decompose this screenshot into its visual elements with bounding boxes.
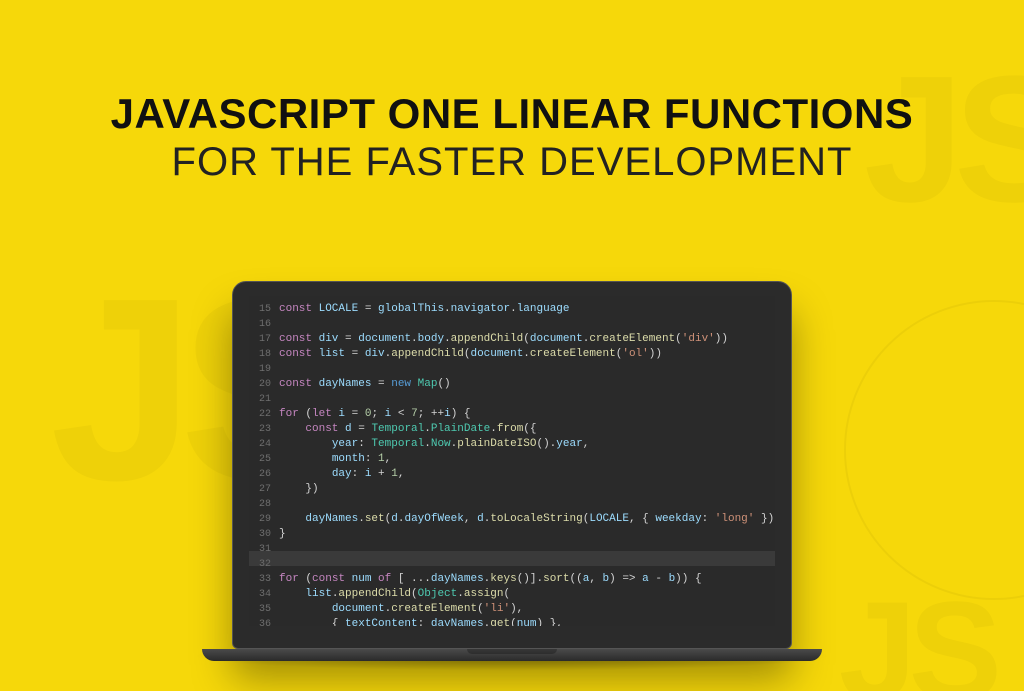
code-line: const d = Temporal.PlainDate.from({ bbox=[279, 422, 771, 437]
line-number: 27 bbox=[249, 482, 271, 497]
code-line: const list = div.appendChild(document.cr… bbox=[279, 347, 771, 362]
code-line: } bbox=[279, 527, 771, 542]
code-line: const LOCALE = globalThis.navigator.lang… bbox=[279, 302, 771, 317]
line-number: 28 bbox=[249, 497, 271, 512]
line-number: 30 bbox=[249, 527, 271, 542]
code-line: for (let i = 0; i < 7; ++i) { bbox=[279, 407, 771, 422]
line-number: 15 bbox=[249, 302, 271, 317]
line-number-gutter: 1516171819202122232425262728293031323334… bbox=[249, 296, 275, 626]
line-number: 19 bbox=[249, 362, 271, 377]
line-number: 35 bbox=[249, 602, 271, 617]
line-number: 22 bbox=[249, 407, 271, 422]
line-number: 21 bbox=[249, 392, 271, 407]
code-line bbox=[279, 392, 771, 407]
code-line bbox=[279, 362, 771, 377]
line-number: 23 bbox=[249, 422, 271, 437]
title-line-1: JAVASCRIPT ONE LINEAR FUNCTIONS bbox=[0, 90, 1024, 138]
title-block: JAVASCRIPT ONE LINEAR FUNCTIONS FOR THE … bbox=[0, 90, 1024, 185]
title-line-2: FOR THE FASTER DEVELOPMENT bbox=[0, 140, 1024, 185]
laptop-base bbox=[202, 649, 822, 661]
code-line: const div = document.body.appendChild(do… bbox=[279, 332, 771, 347]
code-editor-screen: 1516171819202122232425262728293031323334… bbox=[249, 296, 775, 626]
line-number: 16 bbox=[249, 317, 271, 332]
code-line: }) bbox=[279, 482, 771, 497]
line-number: 20 bbox=[249, 377, 271, 392]
code-line: month: 1, bbox=[279, 452, 771, 467]
code-line: day: i + 1, bbox=[279, 467, 771, 482]
code-line: document.createElement('li'), bbox=[279, 602, 771, 617]
line-number: 29 bbox=[249, 512, 271, 527]
line-number: 25 bbox=[249, 452, 271, 467]
code-line: year: Temporal.Now.plainDateISO().year, bbox=[279, 437, 771, 452]
code-line: const dayNames = new Map() bbox=[279, 377, 771, 392]
code-line: dayNames.set(d.dayOfWeek, d.toLocaleStri… bbox=[279, 512, 771, 527]
code-line: list.appendChild(Object.assign( bbox=[279, 587, 771, 602]
laptop-bezel: 1516171819202122232425262728293031323334… bbox=[232, 281, 792, 649]
line-number: 33 bbox=[249, 572, 271, 587]
line-number: 34 bbox=[249, 587, 271, 602]
line-number: 36 bbox=[249, 617, 271, 626]
line-number: 17 bbox=[249, 332, 271, 347]
decorative-arc bbox=[844, 300, 1024, 600]
code-line: for (const num of [ ...dayNames.keys()].… bbox=[279, 572, 771, 587]
laptop-illustration: 1516171819202122232425262728293031323334… bbox=[232, 281, 792, 661]
code-line: { textContent: dayNames.get(num) }, bbox=[279, 617, 771, 626]
line-number: 26 bbox=[249, 467, 271, 482]
code-content: const LOCALE = globalThis.navigator.lang… bbox=[279, 302, 771, 626]
line-number: 24 bbox=[249, 437, 271, 452]
code-line bbox=[279, 497, 771, 512]
watermark-js-bottom: JS bbox=[839, 581, 994, 691]
code-line bbox=[279, 317, 771, 332]
line-number: 18 bbox=[249, 347, 271, 362]
